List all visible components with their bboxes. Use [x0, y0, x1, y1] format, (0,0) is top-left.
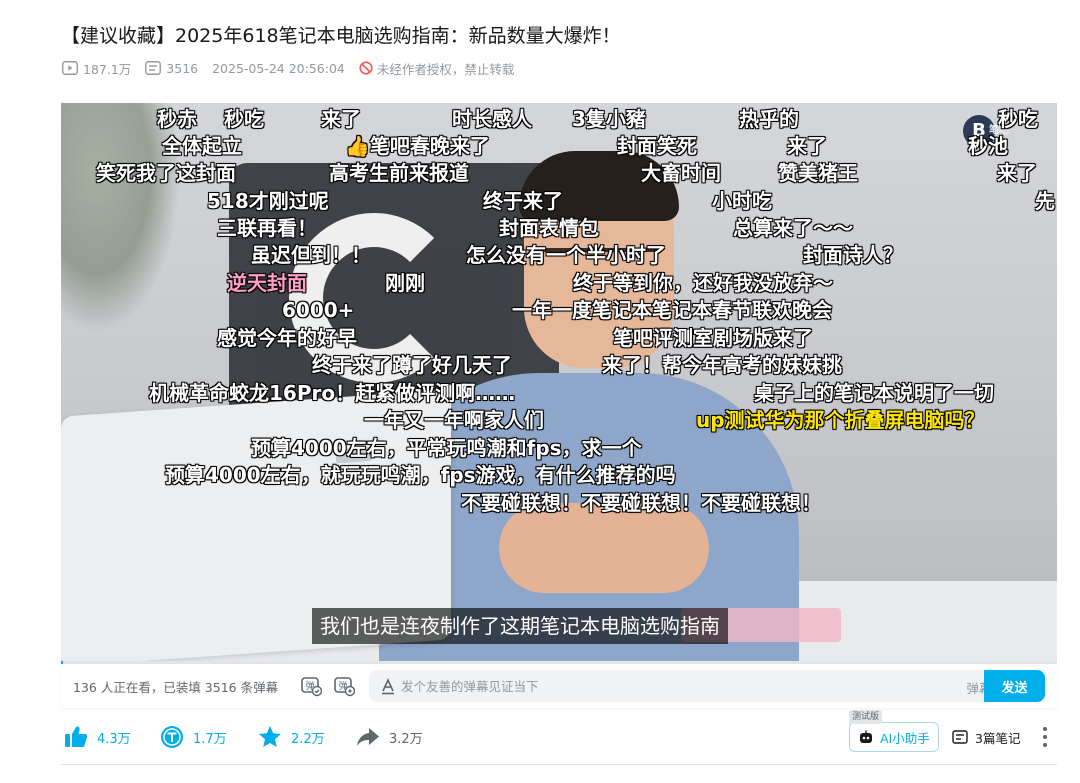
danmaku-settings-icon: 弹	[334, 677, 355, 697]
share-button[interactable]: 3.2万	[355, 722, 423, 752]
danmaku-input[interactable]	[401, 670, 881, 702]
danmaku-stat: 3516	[145, 61, 198, 76]
danmaku-toggle-button[interactable]: 弹	[298, 673, 324, 699]
danmaku-comment: 秒赤	[157, 107, 197, 131]
notes-button[interactable]: 3篇笔记	[951, 722, 1020, 752]
views-count: 187.1万	[83, 61, 132, 77]
danmaku-comment: 不要碰联想！不要碰联想！不要碰联想！	[461, 491, 821, 515]
danmaku-comment: 总算来了～～	[733, 216, 853, 240]
danmaku-comment: 先	[1035, 189, 1055, 213]
danmaku-input-wrap: 弹幕礼仪 >	[369, 670, 1045, 702]
text-style-icon[interactable]	[379, 677, 397, 695]
coin-icon	[161, 726, 183, 748]
danmaku-count: 3516	[166, 60, 199, 76]
more-options-icon[interactable]	[1039, 725, 1051, 749]
danmaku-comment: 逆天封面	[227, 271, 307, 295]
send-danmaku-button[interactable]: 发送	[984, 670, 1045, 702]
danmaku-settings-button[interactable]: 弹	[331, 673, 357, 699]
watching-info: 136 人正在看，已装填 3516 条弹幕	[73, 680, 279, 695]
danmaku-comment: 一年一度笔记本笔记本春节联欢晚会	[512, 298, 832, 322]
danmaku-toggle-icon: 弹	[301, 677, 322, 697]
video-toolbar: 4.3万 1.7万 2.2万 3.2万 AI小助手 3篇笔记	[61, 722, 1057, 752]
danmaku-count-icon	[145, 61, 162, 75]
danmaku-comment: 桌子上的笔记本说明了一切	[754, 381, 994, 405]
danmaku-comment: 封面笑死	[617, 134, 697, 158]
danmaku-comment: 刚刚	[385, 271, 425, 295]
danmaku-comment: 秒池	[968, 134, 1008, 158]
share-count: 3.2万	[389, 731, 423, 747]
video-subtitle: 我们也是连夜制作了这期笔记本电脑选购指南	[312, 608, 728, 644]
danmaku-comment: 来了	[321, 107, 361, 131]
danmaku-comment: 感觉今年的好早	[217, 326, 357, 350]
danmaku-comment: 终于来了	[483, 189, 563, 213]
danmaku-comment: 终于来了蹲了好几天了	[312, 353, 512, 377]
danmaku-comment: 封面表情包	[499, 216, 599, 240]
ai-assistant-button[interactable]: AI小助手	[849, 722, 939, 752]
danmaku-comment: 怎么没有一个半小时了	[466, 243, 666, 267]
danmaku-comment: 赞美猪王	[778, 161, 858, 185]
star-icon	[259, 726, 281, 747]
danmaku-comment: 一年又一年啊家人们	[364, 408, 544, 432]
favorite-count: 2.2万	[291, 731, 325, 747]
danmaku-comment: 小时吃	[712, 189, 772, 213]
video-meta: 187.1万 3516 2025-05-24 20:56:04 未经作者授权，禁…	[62, 58, 514, 78]
danmaku-comment: 封面诗人？	[803, 243, 903, 267]
copyright-notice: 未经作者授权，禁止转载	[359, 59, 515, 78]
ai-assistant-label: AI小助手	[880, 730, 930, 746]
ai-robot-icon	[860, 730, 872, 743]
like-button[interactable]: 4.3万	[63, 722, 131, 752]
danmaku-comment: 来了	[997, 161, 1037, 185]
video-title: 【建议收藏】2025年618笔记本电脑选购指南：新品数量大爆炸！	[61, 25, 621, 47]
danmaku-comment: 预算4000左右，就玩玩鸣潮，fps游戏，有什么推荐的吗	[165, 463, 676, 487]
danmaku-comment: 终于等到你，还好我没放弃～	[573, 271, 833, 295]
danmaku-comment: 来了！帮今年高考的妹妹挑	[602, 353, 842, 377]
video-player[interactable]: B 笔吧 秒赤 秒吃 来了 时长感人 3隻小豬 热乎的 秒吃 全体起立 👍笔吧春晚来了 封面笑死来…	[61, 103, 1057, 663]
danmaku-comment: 时长感人	[452, 107, 532, 131]
danmaku-comment: 518才刚过呢	[207, 189, 329, 213]
danmaku-comment: 热乎的	[739, 107, 799, 131]
notes-label: 3篇笔记	[975, 730, 1021, 746]
danmaku-comment: 大畜时间	[641, 161, 721, 185]
favorite-button[interactable]: 2.2万	[257, 722, 325, 752]
play-count-icon	[62, 61, 78, 75]
danmaku-comment: 秒吃	[224, 107, 264, 131]
danmaku-bar: 136 人正在看，已装填 3516 条弹幕 弹 弹 弹幕礼仪 > 发送	[61, 664, 1057, 708]
danmaku-comment: 机械革命蛟龙16Pro！赶紧做评测啊……	[149, 381, 516, 405]
like-count: 4.3万	[97, 731, 131, 747]
danmaku-comment: 6000+	[282, 298, 355, 322]
danmaku-comment: 笔吧评测室剧场版来了	[613, 326, 813, 350]
danmaku-comment: 三联再看！	[217, 216, 317, 240]
copyright-text: 未经作者授权，禁止转载	[376, 61, 515, 77]
views-stat: 187.1万	[62, 59, 131, 78]
danmaku-comment: up测试华为那个折叠屏电脑吗？	[696, 408, 985, 432]
share-arrow-icon	[357, 728, 379, 746]
coin-count: 1.7万	[193, 731, 227, 747]
thumbs-up-icon	[65, 726, 88, 747]
danmaku-comment: 👍笔吧春晚来了	[345, 134, 490, 158]
danmaku-comment: 高考生前来报道	[329, 161, 469, 185]
danmaku-comment: 笑死我了这封面	[96, 161, 236, 185]
notes-icon	[952, 730, 968, 744]
danmaku-comment: 全体起立	[162, 134, 242, 158]
beta-tag: 测试版	[849, 710, 883, 724]
publish-time: 2025-05-24 20:56:04	[212, 60, 345, 76]
danmaku-comment: 预算4000左右，平常玩鸣潮和fps，求一个	[251, 436, 642, 460]
danmaku-comment: 来了	[787, 134, 827, 158]
divider	[61, 764, 1057, 765]
coin-button[interactable]: 1.7万	[159, 722, 227, 752]
danmaku-comment: 秒吃	[998, 107, 1038, 131]
forbidden-icon	[359, 61, 373, 75]
danmaku-comment: 虽迟但到！！	[251, 243, 371, 267]
danmaku-comment: 3隻小豬	[572, 107, 646, 131]
